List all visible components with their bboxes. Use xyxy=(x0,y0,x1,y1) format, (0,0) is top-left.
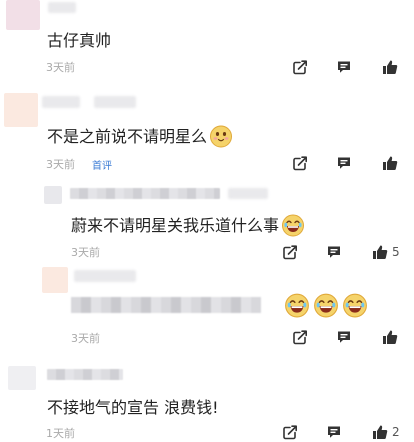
username[interactable] xyxy=(47,369,123,380)
thumbs-up-icon[interactable] xyxy=(372,244,388,260)
laughing-emoji-icon xyxy=(284,292,310,318)
comment-text-content: 蔚来不请明星关我乐道什么事 xyxy=(71,216,280,235)
username[interactable] xyxy=(42,96,80,108)
comment-icon[interactable] xyxy=(326,244,342,260)
thumbs-up-icon[interactable] xyxy=(372,424,388,440)
laughing-emoji-icon xyxy=(281,213,305,237)
username[interactable] xyxy=(48,2,76,13)
comment-text: 不是之前说不请明星么 xyxy=(47,123,233,148)
thumbs-up-icon[interactable] xyxy=(382,155,398,171)
thumbs-up-icon[interactable] xyxy=(382,59,398,75)
comment-time: 1天前 xyxy=(46,427,75,440)
comment-icon[interactable] xyxy=(326,424,342,440)
like-count: 5 xyxy=(392,245,400,259)
comment-text-content: 不是之前说不请明星么 xyxy=(47,127,208,146)
comment-time: 3天前 xyxy=(71,332,100,345)
comment-icon[interactable] xyxy=(336,329,352,345)
share-icon[interactable] xyxy=(282,244,298,260)
avatar[interactable] xyxy=(8,366,36,390)
reply-target xyxy=(228,188,268,199)
emoji-row xyxy=(284,292,368,318)
avatar[interactable] xyxy=(4,93,38,127)
comment-text: 不接地气的宣告 浪费钱! xyxy=(47,398,219,417)
thumbs-up-icon[interactable] xyxy=(382,329,398,345)
comment-text: 蔚来不请明星关我乐道什么事 xyxy=(71,212,305,237)
smiling-emoji-icon xyxy=(209,124,233,148)
first-comment-badge: 首评 xyxy=(92,161,112,172)
comment-icon[interactable] xyxy=(336,155,352,171)
comment-icon[interactable] xyxy=(336,59,352,75)
avatar[interactable] xyxy=(42,267,68,293)
username[interactable] xyxy=(70,188,220,199)
user-badge xyxy=(94,96,136,108)
laughing-emoji-icon xyxy=(313,292,339,318)
avatar[interactable] xyxy=(44,186,62,204)
comment-text-blurred xyxy=(71,297,261,313)
share-icon[interactable] xyxy=(292,329,308,345)
comment-time: 3天前 xyxy=(71,246,100,259)
like-count: 2 xyxy=(392,425,400,439)
share-icon[interactable] xyxy=(292,155,308,171)
username[interactable] xyxy=(74,270,136,282)
comment-time: 3天前 xyxy=(46,158,75,171)
comment-time: 3天前 xyxy=(46,61,75,74)
share-icon[interactable] xyxy=(292,59,308,75)
share-icon[interactable] xyxy=(282,424,298,440)
comment-text: 古仔真帅 xyxy=(47,31,112,50)
laughing-emoji-icon xyxy=(342,292,368,318)
avatar[interactable] xyxy=(6,0,40,30)
